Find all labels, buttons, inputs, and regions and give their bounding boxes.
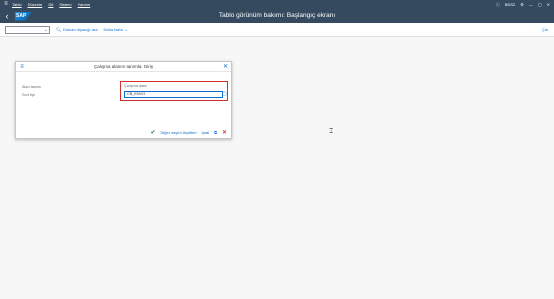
more-button[interactable]: Daha fazla ⌄ bbox=[104, 27, 128, 32]
client-label: BDS2 bbox=[504, 2, 516, 7]
define-work-area-dialog: ≡ Çalışma alanını tanımla: Giriş ✕ Alan … bbox=[15, 61, 232, 139]
confirm-check-icon[interactable]: ✔ bbox=[151, 129, 156, 136]
more-button-label: Daha fazla bbox=[103, 27, 123, 32]
field-label-area: Alan tanımı bbox=[22, 85, 42, 89]
close-icon[interactable]: ✕ bbox=[547, 2, 550, 7]
mouse-cursor-icon: ⌶ bbox=[329, 128, 334, 135]
exit-button[interactable]: Çık bbox=[542, 27, 548, 32]
work-area-highlight-box: Çalışma alanı CB_ENVO ▢ bbox=[120, 81, 228, 101]
command-field[interactable]: ⌄ bbox=[5, 25, 50, 34]
page-title: Tablo görünüm bakımı: Başlangıç ekranı bbox=[218, 12, 336, 19]
dialog-footer: ✔ Diğer seçim ölçütleri İptal ⧉ ✕ bbox=[16, 126, 231, 138]
menu-item-duzenle[interactable]: Düzenle bbox=[28, 2, 43, 7]
exit-button-label: Çık bbox=[542, 27, 548, 32]
menu-item-tablo[interactable]: Tablo bbox=[12, 2, 22, 7]
back-icon[interactable]: ‹ bbox=[0, 9, 14, 23]
maximize-icon[interactable]: ▢ bbox=[538, 2, 542, 7]
chevron-down-icon[interactable]: ⌄ bbox=[44, 27, 48, 33]
cancel-text-button[interactable]: İptal bbox=[202, 130, 210, 135]
help-icon[interactable]: ⓘ bbox=[496, 2, 500, 8]
menu-item-sistem[interactable]: Sistem bbox=[59, 2, 71, 7]
value-help-icon[interactable]: ▢ bbox=[222, 91, 227, 98]
field-label-sort-type: Sort tipi bbox=[22, 93, 35, 97]
dialog-close-icon[interactable]: ✕ bbox=[223, 63, 228, 70]
work-area-label: Çalışma alanı bbox=[124, 84, 148, 88]
window-controls: ⓘ BDS2 ⚙ — ▢ ✕ bbox=[496, 2, 554, 8]
search-icon: 🔍︎ bbox=[56, 27, 62, 32]
hamburger-menu-icon[interactable]: ≡ bbox=[0, 0, 12, 9]
menu-bar: ≡ Tablo Düzenle Git Sistem Yardım ⓘ BDS2… bbox=[0, 0, 554, 9]
work-area-input[interactable]: CB_ENVO bbox=[124, 91, 223, 98]
copy-icon[interactable]: ⧉ bbox=[214, 130, 217, 135]
settings-icon[interactable]: ⚙ bbox=[520, 2, 524, 7]
sap-logo: SAP bbox=[15, 11, 32, 21]
other-criteria-button[interactable]: Diğer seçim ölçütleri bbox=[161, 130, 197, 135]
title-bar: ‹ SAP Tablo görünüm bakımı: Başlangıç ek… bbox=[0, 9, 554, 23]
cancel-x-icon[interactable]: ✕ bbox=[222, 129, 227, 136]
menu-item-git[interactable]: Git bbox=[48, 2, 53, 7]
chevron-down-icon: ⌄ bbox=[124, 27, 129, 32]
dialog-header: ≡ Çalışma alanını tanımla: Giriş ✕ bbox=[16, 62, 231, 72]
find-button[interactable]: 🔍︎ Dokum ihyacığı ara bbox=[56, 27, 98, 32]
application-toolbar: ⌄ 🔍︎ Dokum ihyacığı ara Daha fazla ⌄ Çık bbox=[0, 23, 554, 37]
find-button-label: Dokum ihyacığı ara bbox=[63, 27, 98, 32]
menu-item-yardim[interactable]: Yardım bbox=[78, 2, 91, 7]
minimize-icon[interactable]: — bbox=[529, 2, 533, 7]
dialog-title: Çalışma alanını tanımla: Giriş bbox=[93, 64, 154, 69]
